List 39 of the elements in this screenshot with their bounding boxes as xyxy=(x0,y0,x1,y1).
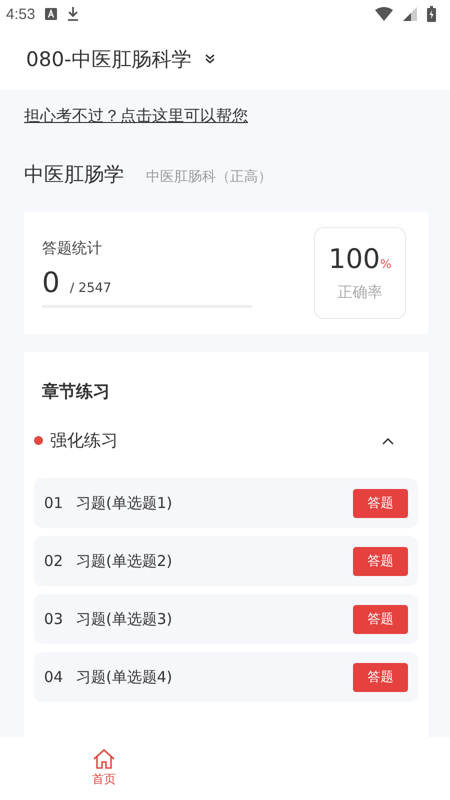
exercise-number: 04 xyxy=(44,668,64,686)
chevron-icon[interactable] xyxy=(382,436,394,444)
accuracy-label: 正确率 xyxy=(338,283,382,302)
section-title: 章节练习 xyxy=(41,381,111,403)
stats-label: 答题统计 xyxy=(42,238,103,258)
home-icon xyxy=(93,749,115,769)
exercise-row[interactable]: 02 习题(单选题2) 答题 xyxy=(34,536,418,586)
download-icon xyxy=(67,7,80,21)
subject-category: 中医肛肠科（正高） xyxy=(146,168,272,186)
exercise-number: 01 xyxy=(44,494,64,512)
exercise-name: 习题(单选题3) xyxy=(76,610,172,628)
answer-button[interactable]: 答题 xyxy=(353,604,408,634)
exercise-row[interactable]: 04 习题(单选题4) 答题 xyxy=(34,652,418,702)
total-count: / 2547 xyxy=(70,280,112,296)
group-name[interactable]: 强化练习 xyxy=(50,429,118,452)
exercise-number: 02 xyxy=(44,552,64,570)
accuracy-value: 100 xyxy=(328,244,380,275)
status-time: 4:53 xyxy=(6,6,36,22)
answered-count: 0 xyxy=(42,266,60,298)
subject-name: 中医肛肠学 xyxy=(24,161,124,188)
bullet-dot-icon xyxy=(34,436,43,445)
percent-sign: % xyxy=(380,257,392,271)
exercise-name: 习题(单选题2) xyxy=(76,552,172,570)
double-chevron-icon[interactable] xyxy=(205,54,216,64)
signal-icon xyxy=(403,7,417,21)
exercise-name: 习题(单选题1) xyxy=(76,494,172,512)
answer-button[interactable]: 答题 xyxy=(353,546,408,576)
exercise-row[interactable]: 01 习题(单选题1) 答题 xyxy=(34,478,418,528)
answer-button[interactable]: 答题 xyxy=(353,662,408,692)
nav-tab[interactable]: 首页 xyxy=(92,737,116,800)
wifi-icon xyxy=(375,7,393,21)
battery-icon xyxy=(427,6,436,22)
help-link[interactable]: 担心考不过？点击这里可以帮您 xyxy=(24,106,248,127)
exam-title[interactable]: 080-中医肛肠科学 xyxy=(26,46,192,72)
exercise-name: 习题(单选题4) xyxy=(76,668,172,686)
answer-button[interactable]: 答题 xyxy=(353,488,408,518)
notification-icon xyxy=(45,8,58,20)
exercise-row[interactable]: 03 习题(单选题3) 答题 xyxy=(34,594,418,644)
exercise-number: 03 xyxy=(44,610,64,628)
